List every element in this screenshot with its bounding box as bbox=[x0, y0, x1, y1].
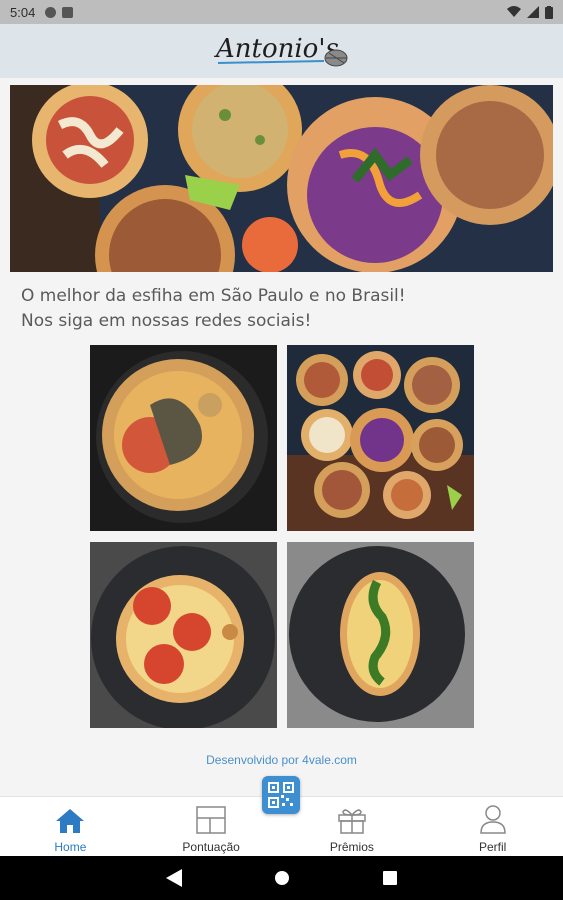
tagline: O melhor da esfiha em São Paulo e no Bra… bbox=[21, 284, 541, 334]
notification-icon bbox=[45, 6, 57, 18]
social-photo-4[interactable] bbox=[287, 542, 474, 728]
tagline-line-2: Nos siga em nossas redes sociais! bbox=[21, 311, 312, 331]
brand-logo: Antonio's bbox=[214, 31, 350, 71]
tab-premios-label: Prêmios bbox=[329, 840, 374, 854]
tab-perfil[interactable]: Perfil bbox=[422, 797, 563, 856]
svg-text:Antonio's: Antonio's bbox=[214, 34, 339, 64]
recents-icon[interactable] bbox=[382, 871, 397, 885]
tagline-line-1: O melhor da esfiha em São Paulo e no Bra… bbox=[21, 286, 406, 306]
tab-perfil-label: Perfil bbox=[478, 840, 507, 854]
qr-code-icon bbox=[267, 781, 295, 809]
signal-icon bbox=[527, 6, 539, 18]
banner-image bbox=[10, 85, 553, 272]
tab-home[interactable]: Home bbox=[0, 797, 141, 856]
tab-pontuacao[interactable]: Pontuação bbox=[141, 797, 282, 856]
sim-card-icon bbox=[62, 6, 74, 18]
tab-home-label: Home bbox=[54, 840, 87, 854]
tab-pontuacao-label: Pontuação bbox=[182, 840, 240, 854]
home-circle-icon[interactable] bbox=[274, 870, 290, 886]
user-icon bbox=[479, 805, 506, 834]
home-icon bbox=[56, 809, 85, 833]
app-header: Antonio's bbox=[0, 24, 563, 78]
system-nav-bar bbox=[0, 856, 563, 900]
status-time: 5:04 bbox=[10, 4, 36, 20]
social-photo-1[interactable] bbox=[90, 345, 277, 531]
back-icon[interactable] bbox=[166, 869, 183, 887]
social-photo-2[interactable] bbox=[287, 345, 474, 531]
qr-code-button[interactable] bbox=[262, 776, 300, 814]
social-photo-3[interactable] bbox=[90, 542, 277, 728]
gift-icon bbox=[338, 809, 366, 834]
main-content: O melhor da esfiha em São Paulo e no Bra… bbox=[0, 78, 563, 796]
battery-icon bbox=[545, 5, 553, 19]
status-bar: 5:04 bbox=[0, 0, 563, 24]
developer-credit-link[interactable]: Desenvolvido por 4vale.com bbox=[0, 753, 563, 767]
dashboard-icon bbox=[196, 806, 226, 834]
wifi-icon bbox=[507, 6, 521, 17]
tab-premios[interactable]: Prêmios bbox=[282, 797, 423, 856]
